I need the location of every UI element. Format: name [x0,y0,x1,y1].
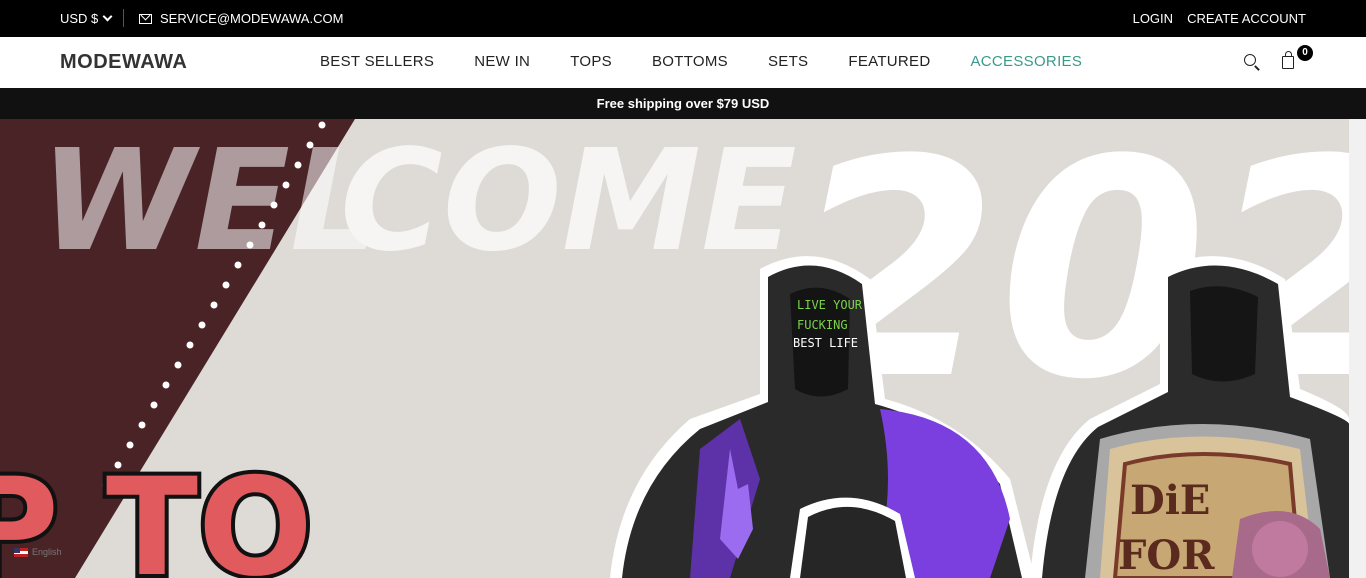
svg-text:FUCKING: FUCKING [797,318,848,332]
hoodie-patch-text: DiE [1130,477,1210,524]
top-bar: USD $ SERVICE@MODEWAWA.COM LOGIN CREATE … [0,0,1366,37]
nav-item-bottoms[interactable]: BOTTOMS [652,53,728,70]
us-flag-icon [14,547,28,557]
nav-item-sets[interactable]: SETS [768,53,808,70]
nav-item-accessories[interactable]: ACCESSORIES [970,53,1082,70]
announcement-bar: Free shipping over $79 USD [0,88,1366,119]
email-link[interactable]: SERVICE@MODEWAWA.COM [139,11,343,26]
account-links: LOGIN CREATE ACCOUNT [1133,11,1306,26]
chevron-down-icon [102,11,113,22]
currency-selector[interactable]: USD $ [60,11,113,26]
email-text: SERVICE@MODEWAWA.COM [160,11,344,26]
hero-headline-left: WEL [40,120,379,283]
currency-label: USD $ [60,11,99,26]
site-header: MODEWAWA BEST SELLERS NEW IN TOPS BOTTOM… [0,37,1366,88]
svg-text:BEST LIFE: BEST LIFE [793,336,858,350]
main-nav: BEST SELLERS NEW IN TOPS BOTTOMS SETS FE… [320,53,1082,70]
nav-item-featured[interactable]: FEATURED [848,53,930,70]
divider [123,9,124,27]
mail-icon [139,13,152,24]
search-icon[interactable] [1244,54,1256,66]
site-logo[interactable]: MODEWAWA [60,51,187,74]
hoodie-print-text: LIVE YOUR [797,298,863,312]
nav-item-best-sellers[interactable]: BEST SELLERS [320,53,434,70]
hero-artwork: WEL COME 202 LIVE YOUR FUCKING BEST LIFE [0,119,1349,578]
cart-count-badge: 0 [1297,45,1313,61]
hero-headline-right: COME [340,120,797,283]
hero-banner[interactable]: WEL COME 202 LIVE YOUR FUCKING BEST LIFE [0,119,1349,578]
promo-text: P TO [0,449,313,578]
nav-item-tops[interactable]: TOPS [570,53,612,70]
svg-text:FOR: FOR [1118,532,1215,578]
login-link[interactable]: LOGIN [1133,11,1173,26]
nav-item-new-in[interactable]: NEW IN [474,53,530,70]
create-account-link[interactable]: CREATE ACCOUNT [1187,11,1306,26]
language-selector[interactable]: English [14,547,62,557]
language-label: English [32,547,62,557]
scrollbar[interactable] [1349,119,1366,578]
shopping-bag-icon[interactable] [1282,51,1294,69]
